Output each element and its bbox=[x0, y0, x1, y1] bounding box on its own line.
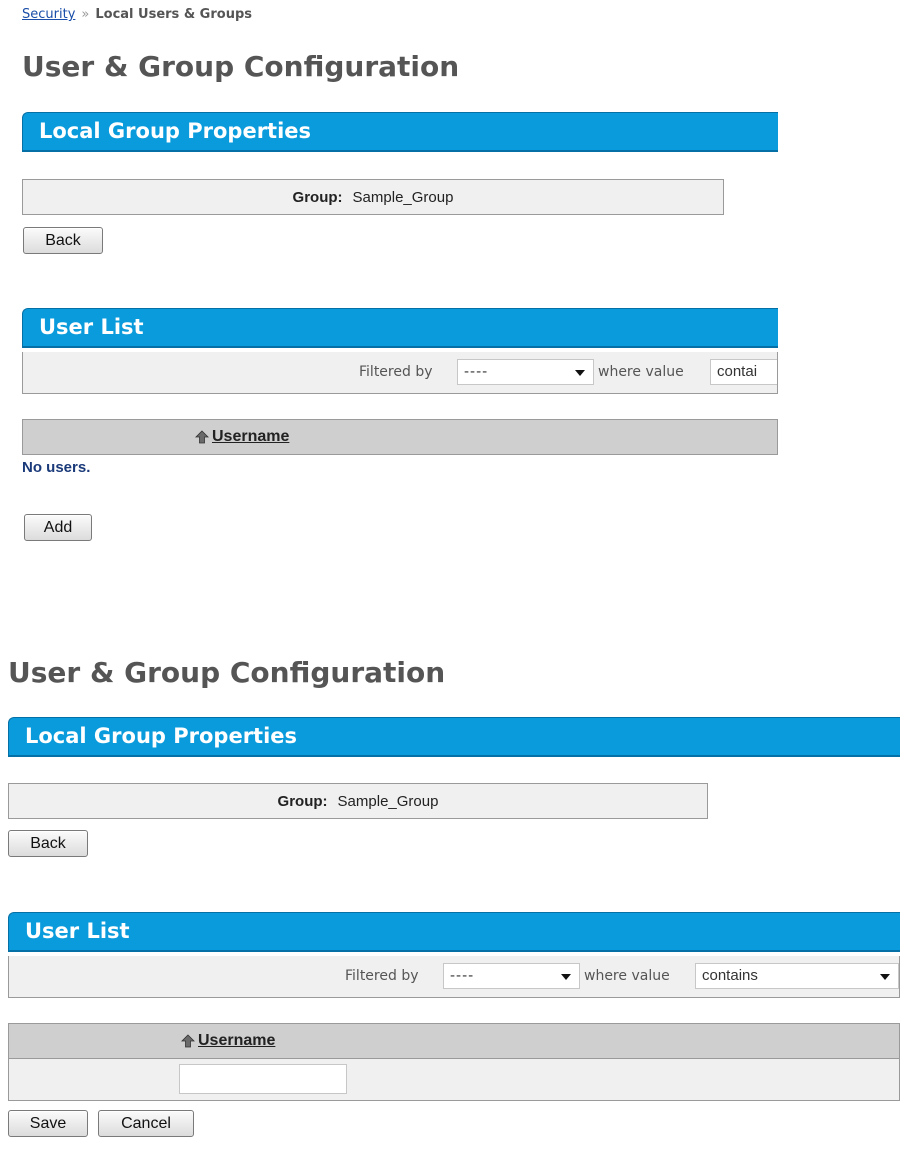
filter-operator-value: contai bbox=[717, 363, 758, 380]
username-sort-link[interactable]: Username bbox=[212, 428, 289, 446]
user-table-header: Username bbox=[22, 419, 778, 455]
where-value-label: where value bbox=[584, 968, 670, 984]
group-row: Group: Sample_Group bbox=[22, 179, 724, 215]
filter-operator-select[interactable]: contains bbox=[695, 963, 899, 989]
chevron-down-icon bbox=[561, 974, 571, 980]
breadcrumb: Security » Local Users & Groups bbox=[22, 7, 252, 22]
group-value: Sample_Group bbox=[352, 188, 454, 206]
group-label: Group: bbox=[292, 188, 343, 206]
filter-operator-select[interactable]: contai bbox=[710, 359, 777, 385]
group-row: Group: Sample_Group bbox=[8, 783, 708, 819]
username-column-header: Username bbox=[181, 1032, 275, 1050]
user-list-header: User List bbox=[8, 912, 900, 952]
page-title: User & Group Configuration bbox=[22, 50, 460, 83]
username-column-header: Username bbox=[195, 428, 289, 446]
empty-message: No users. bbox=[22, 459, 91, 476]
breadcrumb-separator: » bbox=[81, 7, 90, 22]
add-button[interactable]: Add bbox=[24, 514, 92, 541]
filter-field-select[interactable]: ---- bbox=[443, 963, 580, 989]
filter-operator-value: contains bbox=[702, 967, 758, 984]
username-sort-link[interactable]: Username bbox=[198, 1032, 275, 1050]
user-table-header: Username bbox=[8, 1023, 900, 1059]
breadcrumb-link-security[interactable]: Security bbox=[22, 7, 75, 22]
filter-row: Filtered by ---- where value contains bbox=[8, 956, 900, 998]
back-button[interactable]: Back bbox=[23, 227, 103, 254]
filter-field-value: ---- bbox=[450, 968, 475, 984]
group-label: Group: bbox=[277, 792, 328, 810]
filtered-by-label: Filtered by bbox=[359, 364, 433, 380]
chevron-down-icon bbox=[575, 370, 585, 376]
username-input[interactable] bbox=[179, 1064, 347, 1094]
username-edit-row bbox=[8, 1059, 900, 1101]
save-button[interactable]: Save bbox=[8, 1110, 88, 1137]
back-button[interactable]: Back bbox=[8, 830, 88, 857]
chevron-down-icon bbox=[880, 974, 890, 980]
filter-row: Filtered by ---- where value contai bbox=[22, 352, 778, 394]
filter-field-value: ---- bbox=[464, 364, 489, 380]
where-value-label: where value bbox=[598, 364, 684, 380]
filter-field-select[interactable]: ---- bbox=[457, 359, 594, 385]
sort-up-icon bbox=[181, 1034, 195, 1048]
sort-up-icon bbox=[195, 430, 209, 444]
breadcrumb-current: Local Users & Groups bbox=[95, 7, 252, 22]
local-group-properties-header: Local Group Properties bbox=[8, 717, 900, 757]
cancel-button[interactable]: Cancel bbox=[98, 1110, 194, 1137]
group-value: Sample_Group bbox=[337, 792, 439, 810]
user-list-header: User List bbox=[22, 308, 778, 348]
page-title: User & Group Configuration bbox=[8, 656, 446, 689]
filtered-by-label: Filtered by bbox=[345, 968, 419, 984]
local-group-properties-header: Local Group Properties bbox=[22, 112, 778, 152]
